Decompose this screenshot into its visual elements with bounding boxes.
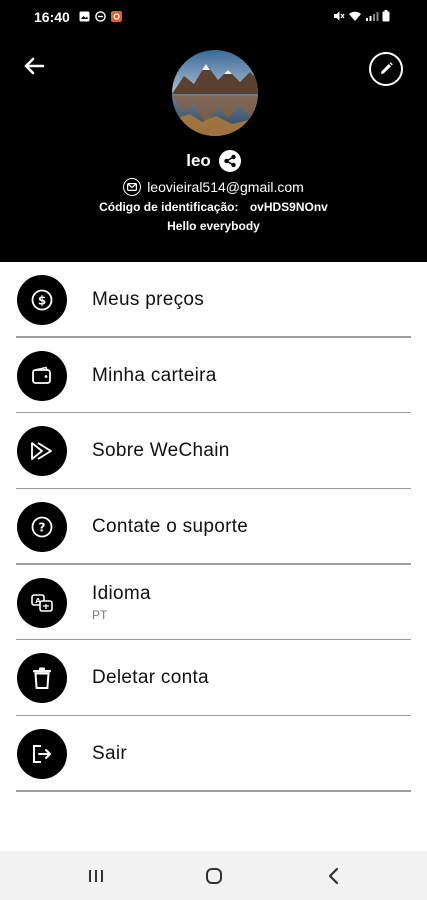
profile-name: leo [186, 151, 211, 170]
dollar-icon: $ [17, 274, 67, 325]
language-value: PT [92, 608, 108, 623]
recent-apps-icon [89, 870, 103, 882]
svg-text:?: ? [39, 520, 46, 534]
menu-label: Meus preços [92, 288, 205, 310]
menu-label: Idioma [92, 583, 151, 605]
wallet-icon [17, 350, 67, 401]
profile-menu: $ Meus preços Minha carteira Sobre WeCha… [0, 262, 427, 792]
menu-label: Sair [92, 742, 127, 764]
recent-apps-button[interactable] [82, 863, 110, 889]
id-value: ovHDS9NOnv [249, 200, 328, 214]
back-nav-button[interactable] [320, 863, 348, 889]
menu-label: Minha carteira [92, 364, 217, 386]
chevron-left-icon [328, 867, 339, 885]
do-not-disturb-icon [95, 11, 106, 22]
svg-text:A: A [35, 597, 41, 605]
menu-item-sair[interactable]: Sair [0, 716, 427, 792]
wifi-icon [349, 11, 361, 21]
arrow-left-icon [24, 57, 45, 75]
id-label: Código de identificação: [99, 200, 239, 214]
avatar-landscape-image [172, 50, 258, 136]
profile-header: 16:40 leo leovieiral514@gmail.com Código… [0, 0, 427, 262]
avatar[interactable] [172, 50, 258, 136]
menu-item-idioma[interactable]: A Idioma PT [0, 565, 427, 641]
status-time: 16:40 [34, 9, 70, 25]
divider [16, 790, 411, 792]
share-button[interactable] [218, 150, 241, 172]
help-icon: ? [17, 501, 67, 552]
menu-item-contate-suporte[interactable]: ? Contate o suporte [0, 489, 427, 565]
battery-icon [382, 10, 390, 22]
mute-icon [334, 11, 345, 21]
menu-label: Deletar conta [92, 667, 209, 689]
profile-email: leovieiral514@gmail.com [147, 179, 304, 195]
gallery-icon [79, 11, 90, 22]
menu-item-meus-precos[interactable]: $ Meus preços [0, 262, 427, 338]
signal-icon [366, 12, 379, 21]
translate-icon: A [17, 577, 67, 628]
system-nav-bar [0, 851, 427, 900]
mail-icon [123, 178, 142, 196]
svg-text:$: $ [38, 293, 46, 307]
identification-code: Código de identificação: ovHDS9NOnv [0, 200, 427, 214]
trash-icon [17, 653, 67, 704]
back-button[interactable] [20, 52, 48, 80]
menu-label: Sobre WeChain [92, 440, 230, 462]
menu-item-minha-carteira[interactable]: Minha carteira [0, 338, 427, 414]
home-button[interactable] [200, 863, 228, 889]
edit-profile-button[interactable] [369, 52, 403, 86]
menu-label: Contate o suporte [92, 515, 249, 537]
share-icon [224, 154, 236, 168]
play-icon [17, 426, 67, 477]
menu-item-sobre-wechain[interactable]: Sobre WeChain [0, 413, 427, 490]
profile-bio: Hello everybody [167, 219, 260, 233]
menu-item-deletar-conta[interactable]: Deletar conta [0, 640, 427, 717]
status-bar: 16:40 [0, 0, 427, 34]
pencil-icon [381, 62, 393, 74]
logout-icon [17, 728, 67, 779]
home-icon [206, 868, 222, 884]
app-notification-icon [111, 11, 122, 22]
